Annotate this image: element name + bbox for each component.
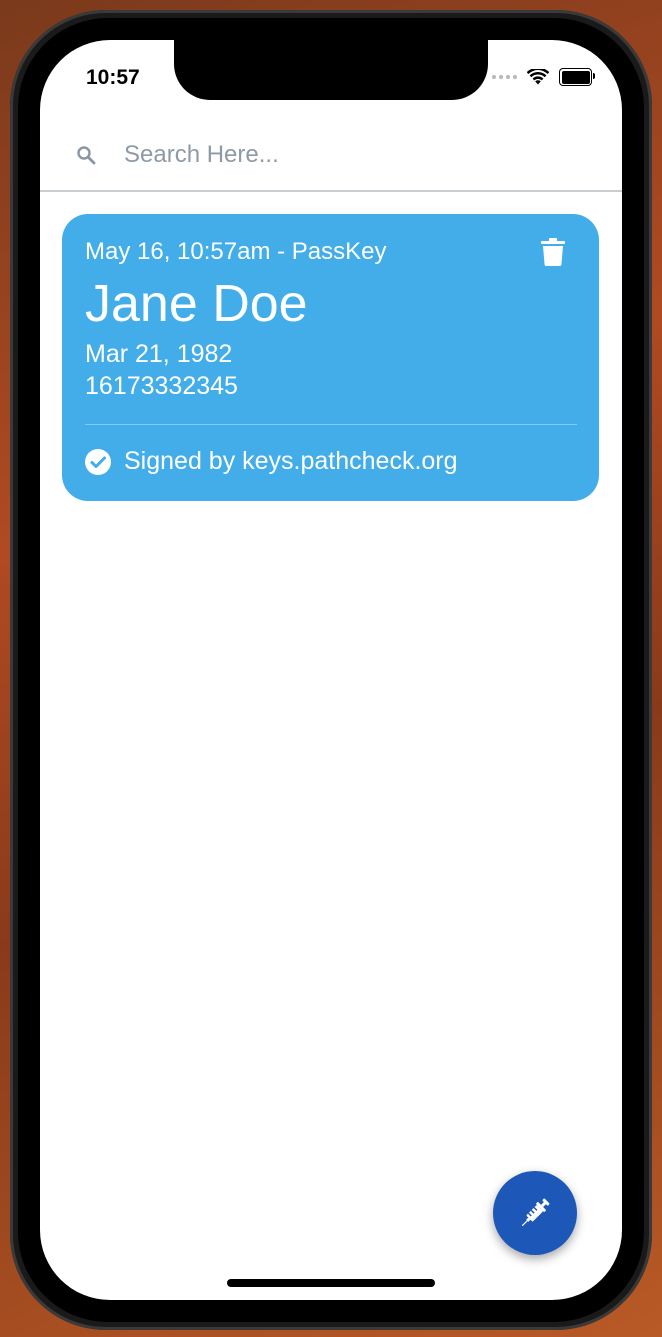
card-footer: Signed by keys.pathcheck.org [85, 447, 577, 476]
home-indicator[interactable] [227, 1279, 435, 1287]
status-time: 10:57 [86, 66, 140, 89]
signed-by-text: Signed by keys.pathcheck.org [124, 447, 458, 475]
card-name: Jane Doe [85, 275, 308, 333]
card-phone: 16173332345 [85, 372, 238, 400]
notch [174, 40, 488, 100]
signal-icon [492, 75, 517, 79]
card-dob: Mar 21, 1982 [85, 340, 233, 368]
screen: 10:57 May 16, 10:57am - Pa [40, 40, 622, 1300]
add-vaccine-button[interactable] [493, 1171, 577, 1255]
trash-icon[interactable] [541, 238, 565, 266]
search-bar [40, 120, 622, 192]
passkey-card[interactable]: May 16, 10:57am - PassKey Jane Doe Mar 2… [62, 214, 599, 501]
card-meta: May 16, 10:57am - PassKey [85, 238, 387, 265]
phone-frame: 10:57 May 16, 10:57am - Pa [10, 10, 652, 1330]
wifi-icon [527, 69, 549, 85]
syringe-icon [521, 1198, 550, 1227]
status-icons [492, 68, 595, 86]
battery-icon [559, 68, 595, 86]
card-divider [85, 424, 577, 425]
search-input[interactable] [122, 140, 546, 170]
check-circle-icon [85, 448, 111, 475]
search-icon [76, 144, 98, 166]
